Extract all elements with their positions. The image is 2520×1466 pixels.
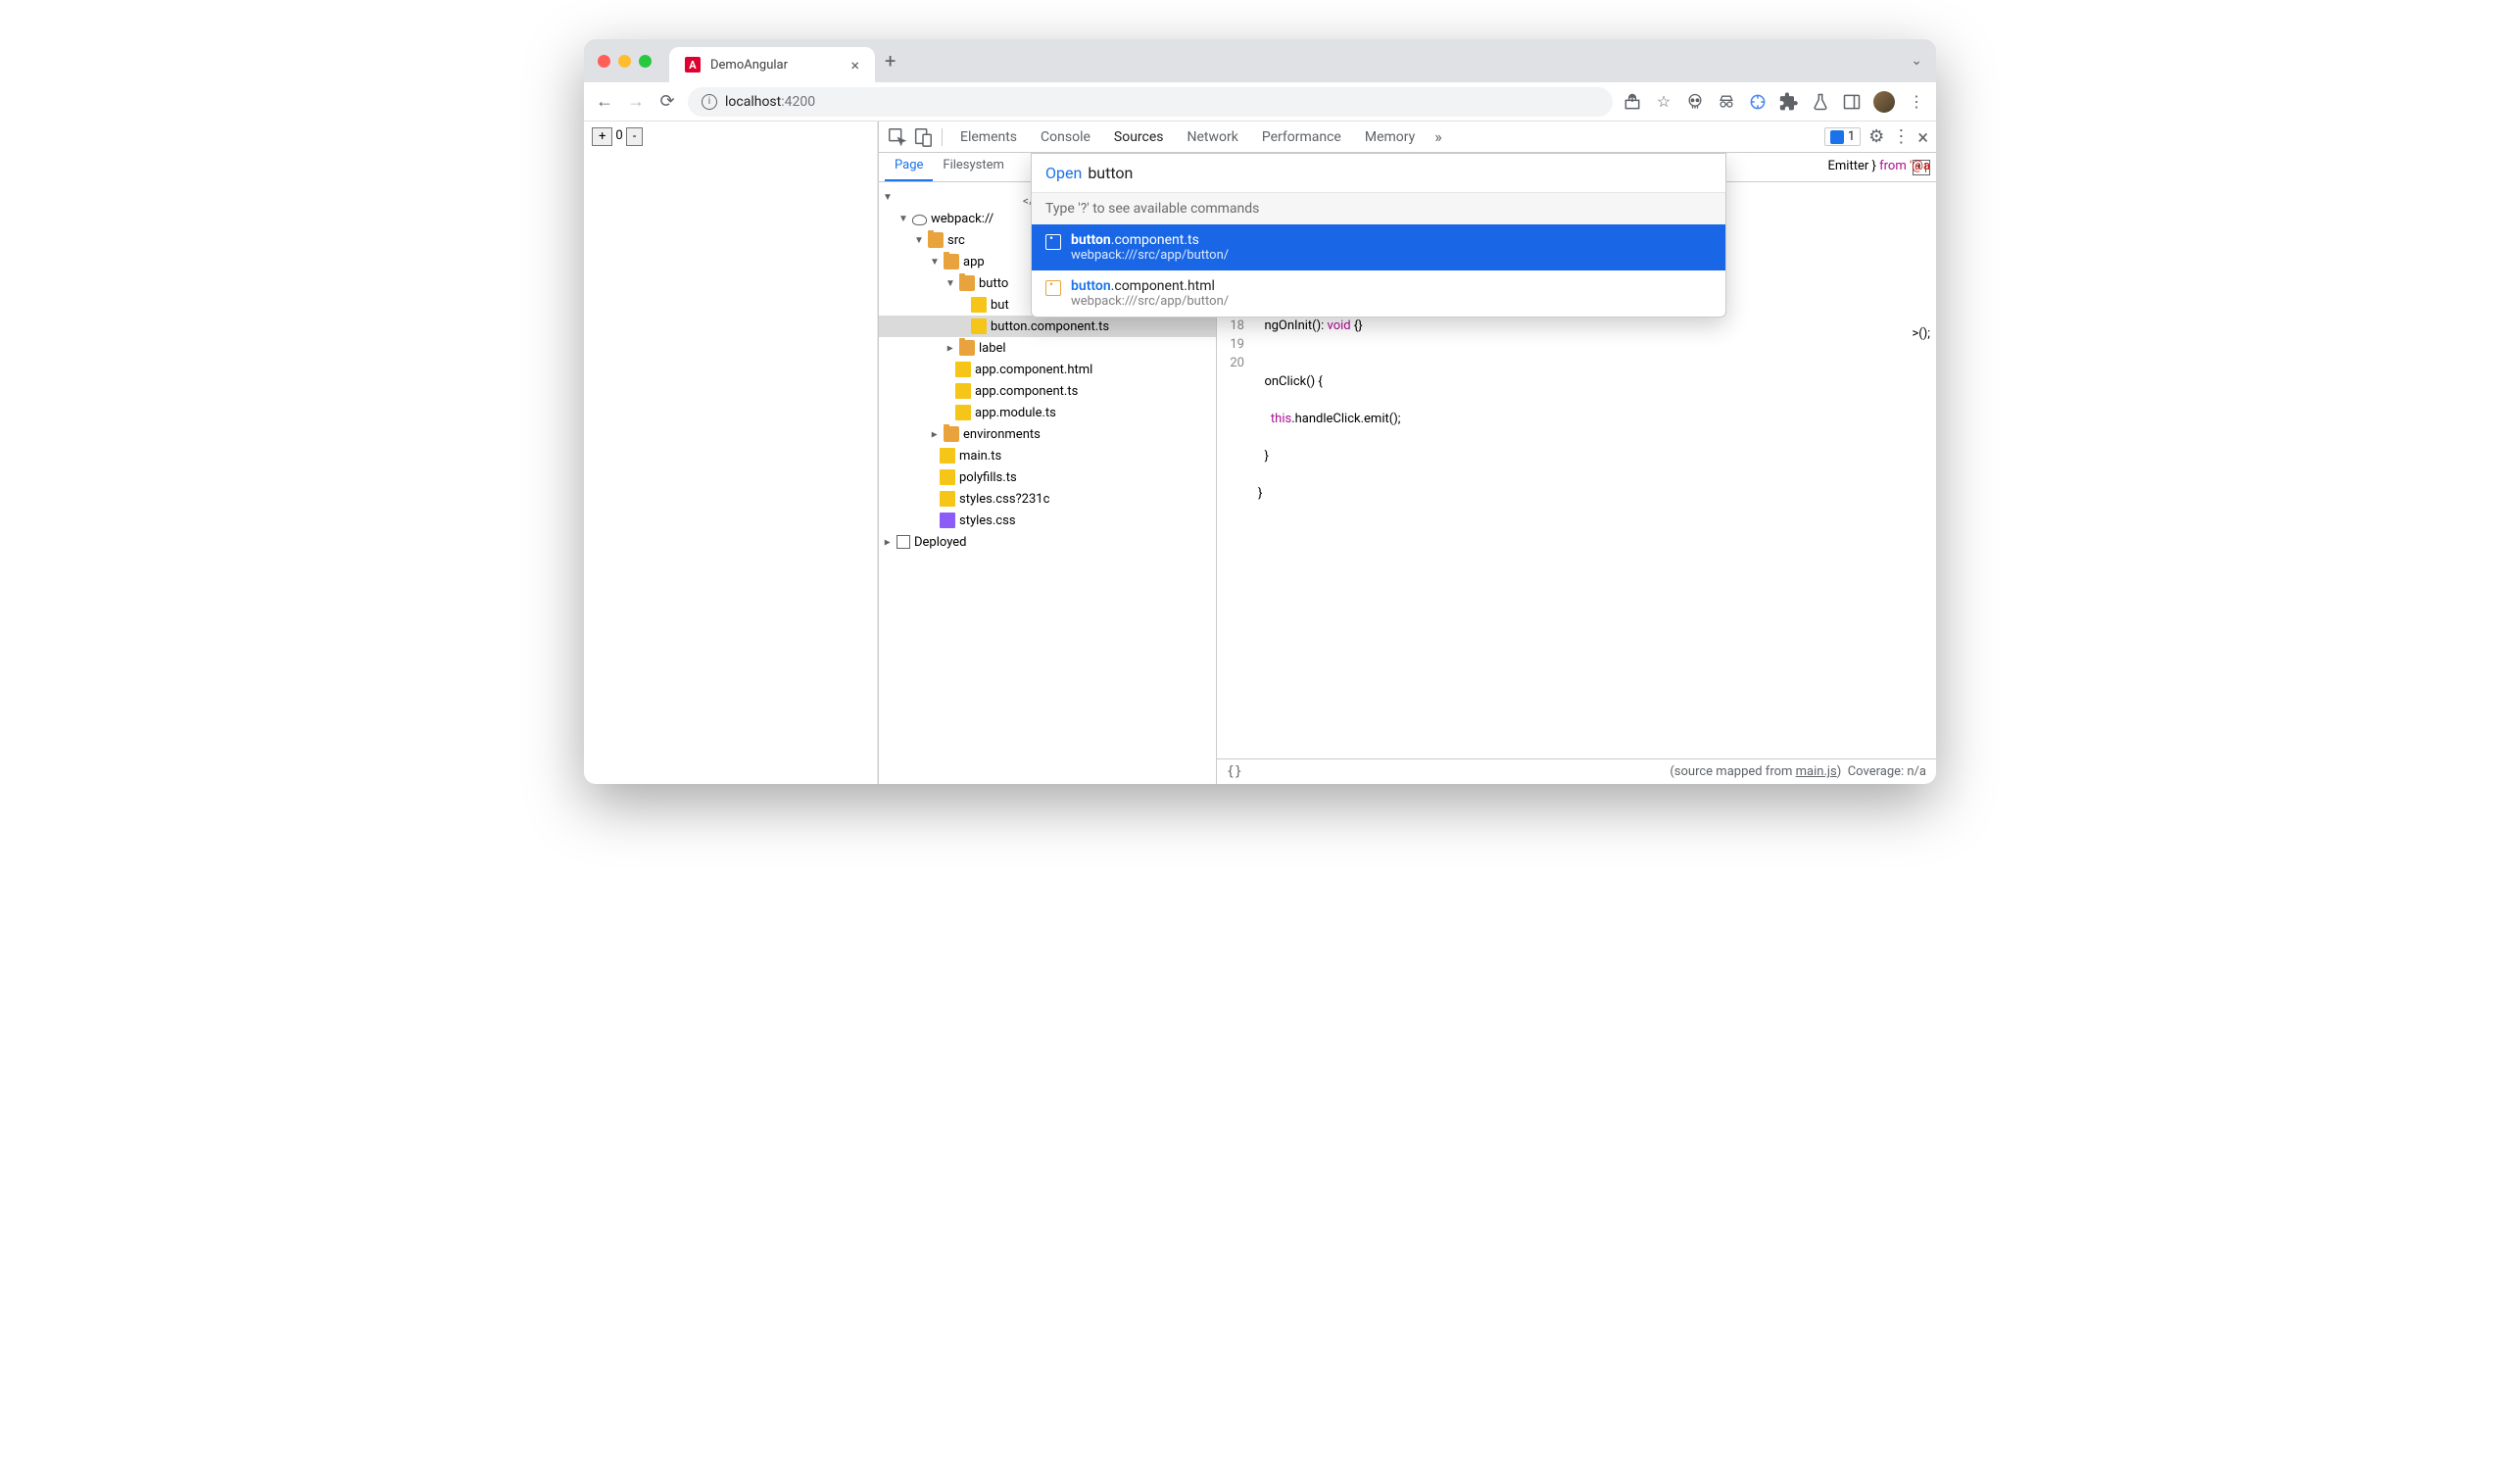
- tree-label[interactable]: ▼label: [879, 337, 1216, 359]
- folder-icon: [944, 426, 959, 442]
- minus-button[interactable]: -: [626, 127, 644, 146]
- devtools-toolbar: Elements Console Sources Network Perform…: [879, 122, 1936, 153]
- close-window[interactable]: [598, 55, 610, 68]
- file-icon: [940, 491, 955, 507]
- site-info-icon[interactable]: i: [702, 94, 717, 110]
- browser-tab[interactable]: A DemoAngular ×: [669, 47, 875, 82]
- titlebar: A DemoAngular × + ⌄: [584, 39, 1936, 82]
- tab-network[interactable]: Network: [1178, 123, 1248, 151]
- side-panel-icon[interactable]: [1842, 92, 1862, 112]
- omnibox[interactable]: i localhost:4200: [688, 87, 1613, 117]
- separator: [942, 128, 943, 146]
- editor-status-bar: {} (source mapped from main.js) Coverage…: [1217, 758, 1936, 784]
- status-text: (source mapped from main.js) Coverage: n…: [1670, 764, 1926, 779]
- file-icon: [955, 362, 971, 377]
- folder-icon: [928, 232, 944, 248]
- open-dialog-hint: Type '?' to see available commands: [1032, 192, 1725, 224]
- more-tabs-icon[interactable]: »: [1429, 127, 1448, 146]
- open-label: Open: [1045, 164, 1082, 182]
- plus-button[interactable]: +: [592, 127, 612, 146]
- tab-title: DemoAngular: [710, 58, 788, 73]
- subtab-filesystem[interactable]: Filesystem: [933, 153, 1014, 181]
- url-text: localhost:4200: [725, 94, 815, 110]
- share-icon[interactable]: [1623, 92, 1642, 112]
- tab-sources[interactable]: Sources: [1104, 123, 1174, 151]
- folder-icon: [959, 340, 975, 356]
- tree-styles-css-q[interactable]: styles.css?231c: [879, 488, 1216, 510]
- settings-icon[interactable]: ⚙: [1868, 126, 1884, 147]
- extension-skull-icon[interactable]: [1685, 92, 1705, 112]
- file-icon: [971, 297, 987, 313]
- folder-icon: [959, 275, 975, 291]
- tree-polyfills-ts[interactable]: polyfills.ts: [879, 466, 1216, 488]
- folder-icon: [944, 254, 959, 269]
- browser-window: A DemoAngular × + ⌄ ← → ⟳ i localhost:42…: [584, 39, 1936, 784]
- toolbar-actions: ☆ ⋮: [1623, 91, 1926, 113]
- issues-count: 1: [1848, 129, 1855, 144]
- chrome-menu-icon[interactable]: ⋮: [1907, 92, 1926, 112]
- tree-app-component-ts[interactable]: app.component.ts: [879, 380, 1216, 402]
- file-icon: [971, 318, 987, 334]
- favicon-icon: A: [685, 57, 701, 73]
- bookmark-icon[interactable]: ☆: [1654, 92, 1673, 112]
- devtools: Elements Console Sources Network Perform…: [878, 122, 1936, 784]
- file-result-icon: [1045, 280, 1061, 296]
- zoom-window[interactable]: [639, 55, 652, 68]
- page-content: + 0 -: [584, 122, 878, 784]
- tree-main-ts[interactable]: main.ts: [879, 445, 1216, 466]
- tree-button-component-ts[interactable]: button.component.ts: [879, 316, 1216, 337]
- file-icon: [940, 513, 955, 528]
- tree-app-component-html[interactable]: app.component.html: [879, 359, 1216, 380]
- issues-icon: [1830, 130, 1844, 144]
- content-area: + 0 - Elements Console Sources Network P…: [584, 122, 1936, 784]
- tabs-dropdown-icon[interactable]: ⌄: [1911, 53, 1922, 69]
- tree-app-module-ts[interactable]: app.module.ts: [879, 402, 1216, 423]
- minimize-window[interactable]: [618, 55, 631, 68]
- tab-performance[interactable]: Performance: [1252, 123, 1351, 151]
- counter-controls: + 0 -: [592, 127, 869, 146]
- tab-elements[interactable]: Elements: [950, 123, 1027, 151]
- source-map-link[interactable]: main.js: [1796, 764, 1837, 779]
- open-dialog-input[interactable]: Open button: [1032, 154, 1725, 192]
- close-devtools-icon[interactable]: ×: [1917, 125, 1928, 149]
- pretty-print-button[interactable]: {}: [1227, 764, 1242, 779]
- file-icon: [940, 448, 955, 464]
- devtools-body: Page Filesystem ▼</>Authored ▼webpack://…: [879, 153, 1936, 784]
- box-icon: [897, 535, 910, 549]
- subtab-page[interactable]: Page: [885, 153, 933, 181]
- cloud-icon: [912, 215, 927, 225]
- new-tab-button[interactable]: +: [885, 49, 896, 73]
- window-controls: [598, 55, 652, 68]
- file-result-icon: [1045, 234, 1061, 250]
- file-icon: [955, 405, 971, 420]
- open-file-dialog: Open button Type '?' to see available co…: [1031, 153, 1726, 318]
- address-bar: ← → ⟳ i localhost:4200 ☆ ⋮: [584, 82, 1936, 122]
- tab-console[interactable]: Console: [1031, 123, 1100, 151]
- file-icon: [940, 469, 955, 485]
- open-result-0[interactable]: button.component.ts webpack:///src/app/b…: [1032, 224, 1725, 270]
- inspect-icon[interactable]: [887, 126, 908, 148]
- devtools-menu-icon[interactable]: ⋮: [1892, 126, 1910, 147]
- close-tab-icon[interactable]: ×: [850, 56, 859, 74]
- open-query: button: [1088, 164, 1133, 182]
- extensions-icon[interactable]: [1779, 92, 1799, 112]
- device-toggle-icon[interactable]: [912, 126, 934, 148]
- issues-button[interactable]: 1: [1824, 127, 1861, 146]
- reload-button[interactable]: ⟳: [656, 91, 678, 113]
- labs-icon[interactable]: [1811, 92, 1830, 112]
- tree-environments[interactable]: ▼environments: [879, 423, 1216, 445]
- tab-memory[interactable]: Memory: [1355, 123, 1425, 151]
- extension-lighthouse-icon[interactable]: [1748, 92, 1768, 112]
- back-button[interactable]: ←: [594, 91, 615, 113]
- counter-value: 0: [612, 127, 625, 146]
- forward-button[interactable]: →: [625, 91, 647, 113]
- extension-incognito-icon[interactable]: [1717, 92, 1736, 112]
- tree-deployed[interactable]: ▼Deployed: [879, 531, 1216, 553]
- file-icon: [955, 383, 971, 399]
- tree-styles-css[interactable]: styles.css: [879, 510, 1216, 531]
- open-result-1[interactable]: button.component.html webpack:///src/app…: [1032, 270, 1725, 317]
- profile-avatar[interactable]: [1873, 91, 1895, 113]
